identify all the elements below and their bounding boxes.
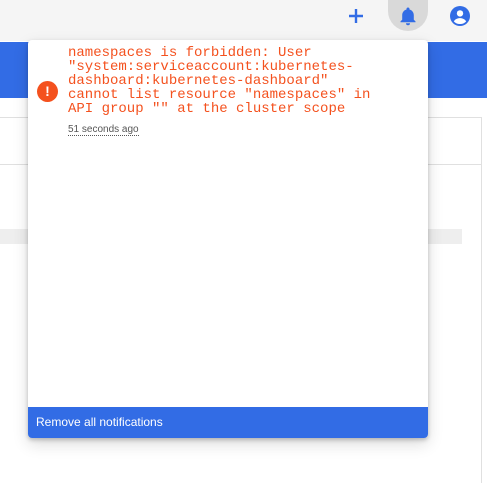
remove-all-notifications-button[interactable]: Remove all notifications — [28, 407, 428, 438]
error-icon: ! — [37, 81, 58, 102]
notifications-panel: ! namespaces is forbidden: User "system:… — [28, 40, 428, 438]
bell-icon — [400, 7, 416, 25]
account-circle-icon — [450, 6, 470, 26]
notifications-button[interactable] — [388, 0, 428, 31]
add-resource-button[interactable] — [336, 0, 376, 32]
notification-message: namespaces is forbidden: User "system:se… — [68, 45, 371, 117]
top-toolbar — [0, 0, 487, 41]
plus-icon — [349, 9, 363, 23]
notification-timestamp: 51 seconds ago — [68, 124, 139, 136]
account-button[interactable] — [440, 0, 480, 32]
